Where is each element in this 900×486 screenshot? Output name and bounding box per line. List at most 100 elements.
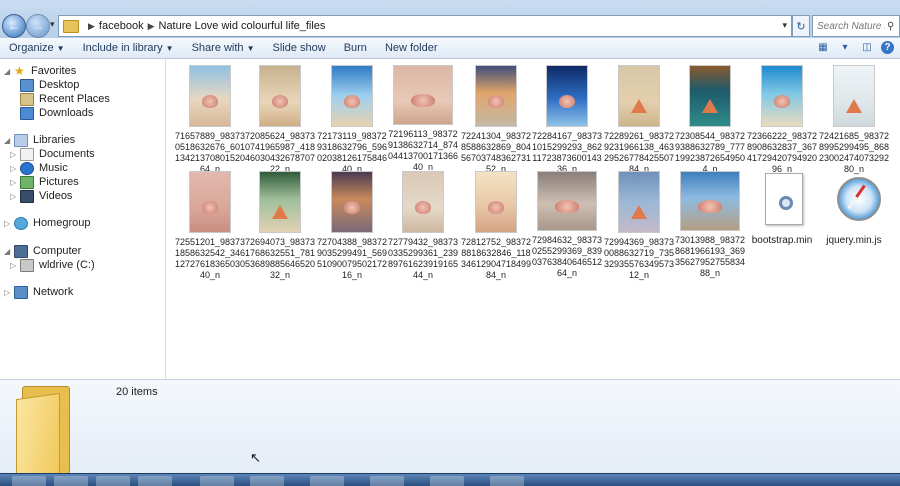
compass-icon (837, 177, 881, 221)
nav-documents-label: Documents (39, 148, 95, 160)
nav-computer[interactable]: ◢ Computer (4, 244, 81, 258)
nav-documents[interactable]: ▷ Documents (10, 147, 95, 161)
nav-music[interactable]: ▷ Music (10, 161, 68, 175)
collapse-arrow-icon[interactable]: ▷ (4, 288, 14, 297)
file-item[interactable]: 72779432_983730335299361_239897616239191… (386, 171, 460, 281)
file-item[interactable]: 72694073_983731768632551_781536898856465… (243, 171, 317, 281)
burn-button[interactable]: Burn (335, 42, 376, 54)
nav-favorites[interactable]: ◢ ★ Favorites (4, 64, 76, 78)
nav-libraries-label: Libraries (33, 134, 76, 146)
expand-arrow-icon[interactable]: ◢ (4, 136, 14, 145)
nav-downloads[interactable]: Downloads (20, 106, 93, 120)
gear-icon (779, 196, 793, 210)
file-list-view[interactable]: 71657889_983730518632676_601134213708015… (166, 59, 900, 379)
taskbar (0, 473, 900, 486)
nav-libraries[interactable]: ◢ Libraries (4, 133, 75, 147)
file-name: 72085624_983730741965987_418460304326787… (244, 131, 316, 174)
organize-button[interactable]: Organize ▼ (0, 42, 74, 54)
slide-show-button[interactable]: Slide show (263, 42, 334, 54)
image-thumbnail (402, 171, 444, 233)
homegroup-icon (14, 216, 28, 230)
new-folder-button[interactable]: New folder (376, 42, 447, 54)
chevron-down-icon: ▼ (56, 44, 65, 53)
file-item[interactable]: 72241304_983728588632869_804567037483627… (459, 65, 533, 175)
image-thumbnail (546, 65, 588, 127)
collapse-arrow-icon[interactable]: ▷ (10, 164, 20, 173)
file-item[interactable]: 72994369_983730088632719_735329355763495… (602, 171, 676, 281)
nav-homegroup[interactable]: ▷ Homegroup (4, 216, 90, 230)
collapse-arrow-icon[interactable]: ▷ (10, 261, 20, 270)
include-in-library-button[interactable]: Include in library ▼ (74, 42, 183, 54)
preview-pane-icon[interactable]: ◫ (859, 40, 875, 54)
file-name: 72366222_983728908632837_367417294207949… (746, 131, 818, 174)
nav-recent-places[interactable]: Recent Places (20, 92, 110, 106)
back-button[interactable]: ← (2, 14, 26, 38)
expand-arrow-icon[interactable]: ◢ (4, 67, 14, 76)
file-item[interactable]: 72308544_983729388632789_777199238726549… (673, 65, 747, 175)
nav-downloads-label: Downloads (39, 107, 94, 119)
file-name: 72779432_983730335299361_239897616239191… (387, 237, 459, 280)
breadcrumb-facebook[interactable]: facebook (99, 20, 144, 32)
nav-computer-label: Computer (33, 245, 82, 257)
nav-pictures[interactable]: ▷ Pictures (10, 175, 79, 189)
address-bar[interactable]: ▶ facebook ▶ Nature Love wid colourful l… (58, 15, 792, 37)
file-item[interactable]: 72421685_983728995299495_868230024740732… (817, 65, 891, 175)
nav-music-label: Music (39, 162, 68, 174)
file-item[interactable]: 72551201_983731858632542_346127276183650… (173, 171, 247, 281)
file-name: 72694073_983731768632551_781536898856465… (244, 237, 316, 280)
file-item[interactable]: 72289261_983729231966138_463295267784255… (602, 65, 676, 175)
file-item[interactable]: 72284167_983731015299293_862117238736001… (530, 65, 604, 175)
details-pane: 20 items ↖ (0, 379, 900, 482)
nav-desktop[interactable]: Desktop (20, 78, 79, 92)
chevron-right-icon[interactable]: ▶ (148, 21, 155, 32)
forward-button[interactable]: → (26, 14, 50, 38)
file-item[interactable]: 72704388_983729035299491_569510900795021… (315, 171, 389, 281)
collapse-arrow-icon[interactable]: ▷ (10, 178, 20, 187)
nav-network[interactable]: ▷ Network (4, 285, 73, 299)
file-item[interactable]: bootstrap.min (745, 171, 819, 246)
collapse-arrow-icon[interactable]: ▷ (4, 219, 14, 228)
search-box[interactable]: ⚲ (812, 15, 900, 37)
collapse-arrow-icon[interactable]: ▷ (10, 192, 20, 201)
organize-label: Organize (9, 42, 54, 54)
search-icon[interactable]: ⚲ (887, 21, 894, 32)
view-dropdown-icon[interactable]: ▾ (837, 40, 853, 54)
image-thumbnail (189, 171, 231, 233)
title-bar: ← → ▾ ▶ facebook ▶ Nature Love wid colou… (0, 0, 900, 39)
recent-pages-dropdown[interactable]: ▾ (50, 19, 55, 30)
file-name: 72196113_983729138632714_874044137001713… (387, 129, 459, 172)
libraries-icon (14, 133, 28, 147)
css-file-icon (753, 171, 811, 231)
image-thumbnail (259, 65, 301, 127)
breadcrumb-current-folder[interactable]: Nature Love wid colourful life_files (159, 20, 326, 32)
file-item[interactable]: 72173119_983729318632796_596020381261758… (315, 65, 389, 175)
file-item[interactable]: 73013988_983728681966193_369356279527558… (673, 171, 747, 279)
file-item[interactable]: jquery.min.js (817, 171, 891, 246)
command-bar: Organize ▼ Include in library ▼ Share with… (0, 38, 900, 59)
file-name: 72173119_983729318632796_596020381261758… (316, 131, 388, 174)
search-input[interactable] (813, 19, 887, 33)
nav-network-label: Network (33, 286, 74, 298)
videos-icon (20, 189, 34, 203)
star-icon: ★ (14, 64, 25, 78)
file-item[interactable]: 72196113_983729138632714_874044137001713… (386, 65, 460, 173)
nav-pictures-label: Pictures (39, 176, 79, 188)
file-name: 72308544_983729388632789_777199238726549… (674, 131, 746, 174)
refresh-button[interactable]: ↻ (792, 15, 810, 37)
share-with-button[interactable]: Share with ▼ (183, 42, 264, 54)
nav-videos[interactable]: ▷ Videos (10, 189, 72, 203)
address-dropdown-icon[interactable]: ▾ (782, 20, 787, 31)
file-item[interactable]: 72984632_983730255299369_839037638406465… (530, 171, 604, 279)
collapse-arrow-icon[interactable]: ▷ (10, 150, 20, 159)
nav-drive-c[interactable]: ▷ wldrive (C:) (10, 258, 95, 272)
file-name: 72241304_983728588632869_804567037483627… (460, 131, 532, 174)
change-view-icon[interactable]: ▦ (815, 40, 831, 54)
item-count: 20 items (116, 386, 158, 398)
expand-arrow-icon[interactable]: ◢ (4, 247, 14, 256)
file-item[interactable]: 72812752_983728818632846_118346129047184… (459, 171, 533, 281)
file-item[interactable]: 72085624_983730741965987_418460304326787… (243, 65, 317, 175)
file-item[interactable]: 71657889_983730518632676_601134213708015… (173, 65, 247, 175)
chevron-right-icon[interactable]: ▶ (88, 21, 95, 32)
file-item[interactable]: 72366222_983728908632837_367417294207949… (745, 65, 819, 175)
help-icon[interactable]: ? (881, 40, 894, 54)
